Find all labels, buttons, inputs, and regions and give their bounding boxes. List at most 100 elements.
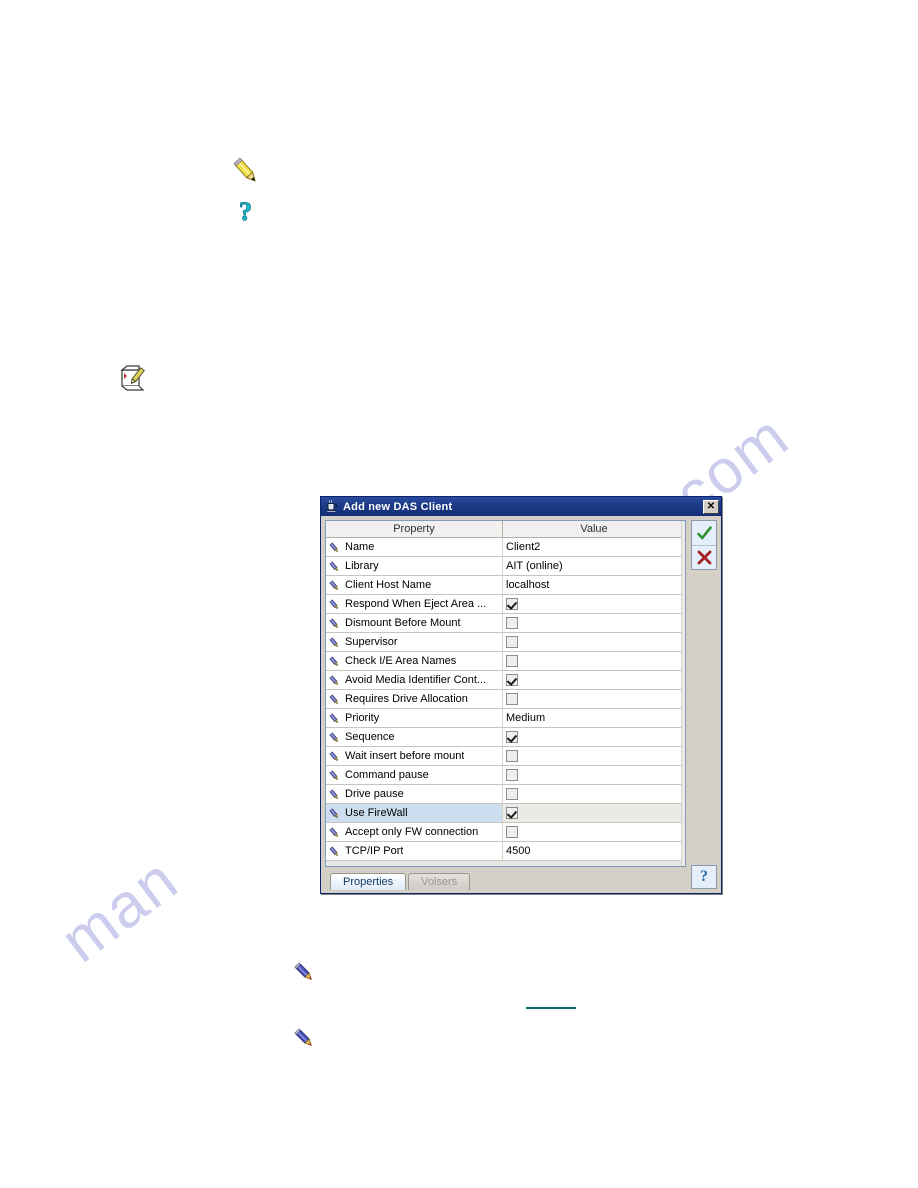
property-cell: Client Host Name — [326, 575, 503, 595]
value-cell[interactable]: Medium — [502, 708, 685, 728]
property-label: Client Host Name — [345, 579, 432, 591]
value-cell[interactable] — [502, 822, 685, 842]
pencil-icon — [328, 826, 341, 838]
table-row[interactable]: Accept only FW connection — [326, 822, 685, 842]
dialog-left-column: Property Value Name Client2 Library AIT (on… — [325, 520, 686, 890]
property-label: Drive pause — [345, 788, 404, 800]
checkbox[interactable] — [506, 598, 518, 611]
table-row[interactable]: Use FireWall — [326, 803, 685, 823]
pencil-icon — [328, 712, 341, 724]
value-cell[interactable] — [502, 594, 685, 614]
close-icon[interactable]: ✕ — [703, 499, 719, 514]
property-cell: Accept only FW connection — [326, 822, 503, 842]
yellow-pencil-icon — [231, 156, 263, 193]
value-cell[interactable] — [502, 765, 685, 785]
pencil-icon — [328, 579, 341, 591]
table-body: Name Client2 Library AIT (online) Client Hos… — [326, 537, 685, 861]
value-cell[interactable]: 4500 — [502, 841, 685, 861]
table-row[interactable]: Avoid Media Identifier Cont... — [326, 670, 685, 690]
checkbox[interactable] — [506, 769, 518, 782]
table-row[interactable]: Command pause — [326, 765, 685, 785]
pencil-icon — [328, 693, 341, 705]
tab-properties[interactable]: Properties — [330, 873, 407, 890]
pencil-icon — [328, 598, 341, 610]
checkbox[interactable] — [506, 617, 518, 630]
checkbox[interactable] — [506, 788, 518, 801]
property-label: Accept only FW connection — [345, 826, 479, 838]
cancel-x-button[interactable] — [692, 545, 716, 569]
checkbox[interactable] — [506, 674, 518, 687]
help-button[interactable]: ? — [691, 865, 717, 889]
property-cell: Requires Drive Allocation — [326, 689, 503, 709]
property-cell: Use FireWall — [326, 803, 503, 823]
pencil-icon — [328, 788, 341, 800]
column-header-property: Property — [326, 521, 503, 538]
watermark-man: man — [48, 844, 192, 976]
teal-underline-rule — [526, 1007, 576, 1009]
value-cell[interactable] — [502, 670, 685, 690]
property-label: TCP/IP Port — [345, 845, 404, 857]
checkbox[interactable] — [506, 693, 518, 706]
java-coffee-cup-icon — [324, 499, 339, 514]
tab-bar: Properties Volsers — [325, 870, 686, 890]
property-cell: Wait insert before mount — [326, 746, 503, 766]
table-row[interactable]: TCP/IP Port 4500 — [326, 841, 685, 861]
pencil-icon — [328, 731, 341, 743]
table-row[interactable]: Library AIT (online) — [326, 556, 685, 576]
pencil-icon — [328, 560, 341, 572]
property-cell: Respond When Eject Area ... — [326, 594, 503, 614]
value-cell[interactable] — [502, 803, 685, 823]
property-label: Check I/E Area Names — [345, 655, 457, 667]
property-cell: Sequence — [326, 727, 503, 747]
property-label: Avoid Media Identifier Cont... — [345, 674, 487, 686]
value-cell[interactable] — [502, 727, 685, 747]
svg-text:?: ? — [239, 197, 252, 226]
property-cell: Dismount Before Mount — [326, 613, 503, 633]
check-icon — [696, 525, 712, 539]
table-row[interactable]: Client Host Name localhost — [326, 575, 685, 595]
table-row[interactable]: Sequence — [326, 727, 685, 747]
table-header-row: Property Value — [326, 521, 685, 538]
property-label: Dismount Before Mount — [345, 617, 461, 629]
value-cell[interactable] — [502, 651, 685, 671]
table-row[interactable]: Respond When Eject Area ... — [326, 594, 685, 614]
value-cell[interactable] — [502, 746, 685, 766]
pencil-icon — [328, 769, 341, 781]
table-row[interactable]: Supervisor — [326, 632, 685, 652]
tab-volsers[interactable]: Volsers — [408, 873, 471, 890]
vertical-scrollbar-track[interactable] — [681, 521, 685, 866]
checkbox[interactable] — [506, 807, 518, 820]
property-label: Sequence — [345, 731, 395, 743]
value-text: Client2 — [506, 541, 541, 553]
value-cell[interactable]: localhost — [502, 575, 685, 595]
ok-check-button[interactable] — [692, 521, 716, 545]
close-x-icon — [697, 550, 711, 565]
property-label: Supervisor — [345, 636, 398, 648]
value-cell[interactable] — [502, 632, 685, 652]
table-row[interactable]: Name Client2 — [326, 537, 685, 557]
table-row[interactable]: Requires Drive Allocation — [326, 689, 685, 709]
value-text: Medium — [506, 712, 546, 724]
property-cell: TCP/IP Port — [326, 841, 503, 861]
dialog-body: Property Value Name Client2 Library AIT (on… — [321, 516, 721, 893]
table-row[interactable]: Drive pause — [326, 784, 685, 804]
property-cell: Priority — [326, 708, 503, 728]
table-row[interactable]: Priority Medium — [326, 708, 685, 728]
value-cell[interactable] — [502, 613, 685, 633]
property-cell: Check I/E Area Names — [326, 651, 503, 671]
property-cell: Library — [326, 556, 503, 576]
value-cell[interactable]: Client2 — [502, 537, 685, 557]
property-label: Name — [345, 541, 375, 553]
checkbox[interactable] — [506, 731, 518, 744]
value-cell[interactable] — [502, 689, 685, 709]
checkbox[interactable] — [506, 826, 518, 839]
table-row[interactable]: Check I/E Area Names — [326, 651, 685, 671]
checkbox[interactable] — [506, 750, 518, 763]
table-row[interactable]: Wait insert before mount — [326, 746, 685, 766]
property-cell: Command pause — [326, 765, 503, 785]
value-cell[interactable] — [502, 784, 685, 804]
table-row[interactable]: Dismount Before Mount — [326, 613, 685, 633]
checkbox[interactable] — [506, 636, 518, 649]
value-cell[interactable]: AIT (online) — [502, 556, 685, 576]
checkbox[interactable] — [506, 655, 518, 668]
